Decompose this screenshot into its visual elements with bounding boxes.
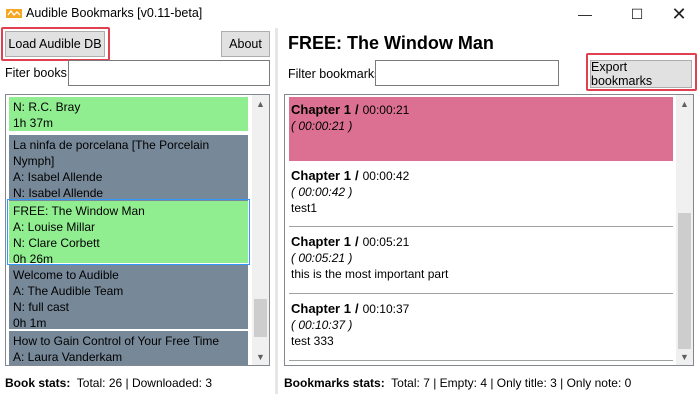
bookmark-item[interactable]: Chapter 1/00:10:37( 00:10:37 ) test 333 <box>289 296 673 358</box>
book-item[interactable]: FREE: The Window Man A: Louise Millar N: C… <box>7 199 250 266</box>
window-title: Audible Bookmarks [v0.11-beta] <box>26 6 203 20</box>
bookmark-slash: / <box>354 102 359 117</box>
maximize-button[interactable]: ☐ <box>614 0 660 28</box>
bookmark-header: Chapter 1/00:05:21 <box>291 233 671 251</box>
scroll-thumb[interactable] <box>254 299 267 337</box>
bookmark-stats-label: Bookmarks stats: <box>284 376 385 390</box>
bookmark-stats-values: Total: 7 | Empty: 4 | Only title: 3 | On… <box>391 376 632 390</box>
about-button[interactable]: About <box>221 31 270 57</box>
scroll-down-icon[interactable]: ▼ <box>252 348 269 365</box>
bookmark-note: test1 <box>291 201 318 215</box>
scroll-down-icon[interactable]: ▼ <box>676 348 693 365</box>
bookmark-item[interactable]: Chapter 1/00:00:42( 00:00:42 ) test1 <box>289 163 673 225</box>
book-item[interactable]: La ninfa de porcelana [The Porcelain Nym… <box>9 135 248 216</box>
bookmark-time: 00:05:21 <box>362 235 410 249</box>
bookmark-position: ( 00:00:21 ) <box>291 119 353 133</box>
book-line: 1h 37m <box>13 116 54 130</box>
bookmark-chapter: Chapter 1 <box>291 301 351 316</box>
bookmark-item[interactable]: Chapter 1/00:05:21( 00:05:21 ) this is th… <box>289 229 673 291</box>
bookmark-chapter: Chapter 1 <box>291 168 351 183</box>
bookmark-note: test 333 <box>291 334 334 348</box>
bookmark-stats: Bookmarks stats: Total: 7 | Empty: 4 | O… <box>284 376 631 390</box>
scroll-thumb[interactable] <box>678 213 691 349</box>
bookmark-header: Chapter 1/00:10:37 <box>291 300 671 318</box>
bookmark-time: 00:10:37 <box>362 302 410 316</box>
book-line: A: Laura Vanderkam <box>13 350 123 364</box>
book-line: N: Isabel Allende <box>13 186 104 200</box>
book-stats-label: Book stats: <box>5 376 71 390</box>
bookmark-separator <box>289 360 673 361</box>
bookmark-position: ( 00:05:21 ) <box>291 251 353 265</box>
scroll-up-icon[interactable]: ▲ <box>252 95 269 112</box>
bookmark-header: Chapter 1/00:00:42 <box>291 167 671 185</box>
filter-bookmarks-input[interactable] <box>375 60 559 86</box>
book-item[interactable]: N: R.C. Bray 1h 37m <box>9 97 248 131</box>
bookmark-time: 00:00:42 <box>362 169 410 183</box>
bookmark-separator <box>289 226 673 227</box>
bookmark-slash: / <box>354 168 359 183</box>
book-line: FREE: The Window Man <box>13 204 145 218</box>
bookmarks-list[interactable]: Chapter 1/00:00:21( 00:00:21 ) Chapter 1… <box>284 94 694 366</box>
panel-splitter[interactable] <box>275 28 278 394</box>
book-line: N: full cast <box>13 300 70 314</box>
app-icon <box>6 9 22 18</box>
maximize-icon: ☐ <box>630 5 644 22</box>
book-line: 0h 1m <box>13 316 47 330</box>
bookmarks-scrollbar[interactable]: ▲ ▼ <box>676 95 693 365</box>
book-line: How to Gain Control of Your Free Time <box>13 334 220 348</box>
book-line: Welcome to Audible <box>13 268 119 282</box>
load-audible-db-button[interactable]: Load Audible DB <box>5 31 105 57</box>
bookmark-item[interactable]: Chapter 1/00:00:21( 00:00:21 ) <box>289 97 673 161</box>
bookmark-slash: / <box>354 234 359 249</box>
bookmark-time: 00:00:21 <box>362 103 410 117</box>
scroll-up-icon[interactable]: ▲ <box>676 95 693 112</box>
close-button[interactable]: ✕ <box>656 0 700 28</box>
books-list[interactable]: N: R.C. Bray 1h 37m La ninfa de porcelana… <box>5 94 270 366</box>
minimize-button[interactable]: — <box>562 0 608 28</box>
book-line: A: Isabel Allende <box>13 170 103 184</box>
bookmark-header: Chapter 1/00:00:21 <box>291 101 671 119</box>
book-item[interactable]: Welcome to Audible A: The Audible Team N: … <box>9 265 248 330</box>
close-icon: ✕ <box>671 3 687 24</box>
selected-book-title: FREE: The Window Man <box>288 33 494 53</box>
filter-bookmarks-label: Filter bookmarks: <box>288 67 384 81</box>
book-line: N: Clare Corbett <box>13 236 100 250</box>
title-bar: Audible Bookmarks [v0.11-beta] — ☐ ✕ <box>0 0 700 28</box>
bookmark-chapter: Chapter 1 <box>291 102 351 117</box>
minimize-icon: — <box>578 6 592 22</box>
bookmark-position: ( 00:10:37 ) <box>291 318 353 332</box>
filter-books-input[interactable] <box>68 60 270 86</box>
book-line: A: Louise Millar <box>13 220 96 234</box>
book-line: A: The Audible Team <box>13 284 124 298</box>
filter-books-label: Fiter books: <box>5 66 71 80</box>
bookmark-slash: / <box>354 301 359 316</box>
book-stats-values: Total: 26 | Downloaded: 3 <box>76 376 213 390</box>
bookmark-chapter: Chapter 1 <box>291 234 351 249</box>
book-line: La ninfa de porcelana [The Porcelain Nym… <box>13 138 210 168</box>
bookmark-note: this is the most important part <box>291 267 449 281</box>
export-bookmarks-button[interactable]: Export bookmarks <box>590 60 692 88</box>
book-line: N: R.C. Bray <box>13 100 81 114</box>
bookmark-position: ( 00:00:42 ) <box>291 185 353 199</box>
books-scrollbar[interactable]: ▲ ▼ <box>252 95 269 365</box>
book-line: N: Laura Vanderkam <box>13 365 244 366</box>
book-stats: Book stats: Total: 26 | Downloaded: 3 <box>5 376 212 390</box>
bookmark-separator <box>289 293 673 294</box>
book-item[interactable]: How to Gain Control of Your Free Time A: … <box>9 331 248 366</box>
